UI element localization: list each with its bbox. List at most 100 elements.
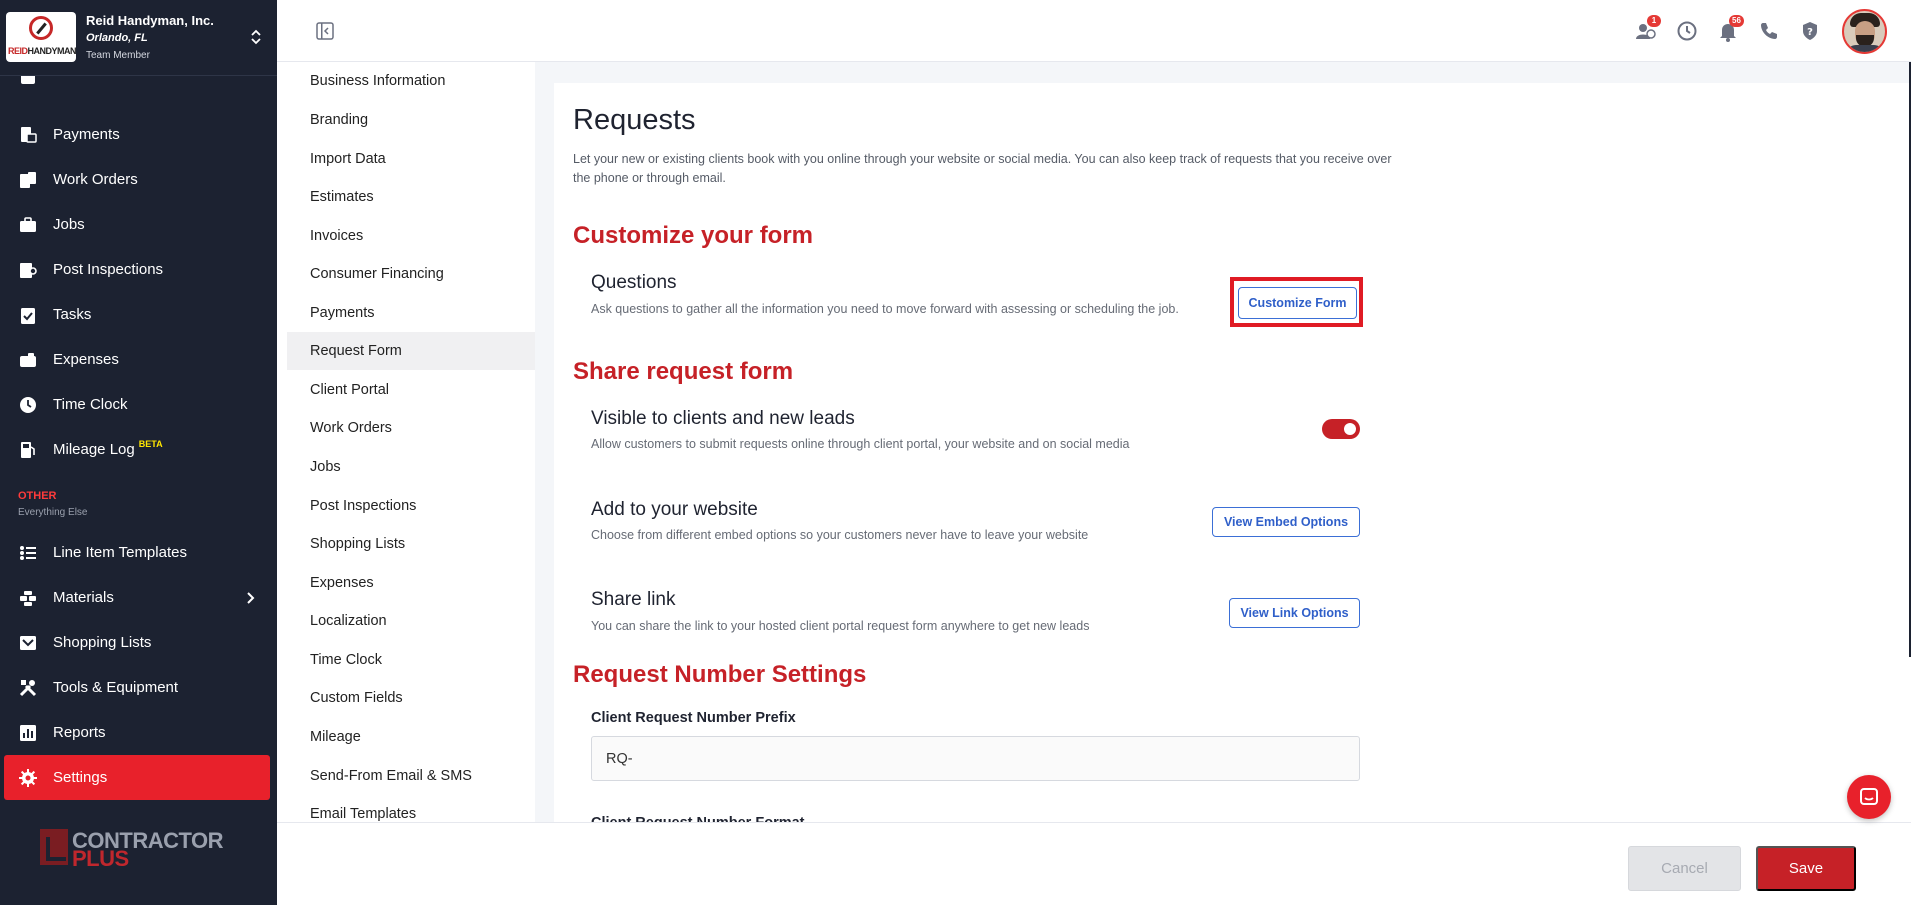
tools-icon [16,676,40,700]
fuel-icon [16,438,40,462]
submenu-label: Import Data [310,151,386,167]
submenu-item-consumer-financing[interactable]: Consumer Financing [287,255,535,293]
submenu-label: Invoices [310,228,364,244]
visible-description: Allow customers to submit requests onlin… [591,437,1130,451]
submenu-item-expenses[interactable]: Expenses [287,564,535,602]
submenu-item-mileage[interactable]: Mileage [287,718,535,756]
sidebar-item-label: Jobs [53,216,85,233]
sidebar-item-reports[interactable]: Reports [0,710,277,755]
sidebar-item-shopping-lists[interactable]: Shopping Lists [0,620,277,665]
sidebar-item-label: Materials [53,589,114,606]
customize-form-button[interactable]: Customize Form [1238,287,1357,319]
submenu-item-post-inspections[interactable]: Post Inspections [287,487,535,525]
visible-toggle[interactable] [1322,419,1360,439]
team-icon[interactable]: 1 [1635,15,1661,42]
phone-icon[interactable] [1758,20,1780,42]
submenu-item-estimates[interactable]: Estimates [287,178,535,216]
briefcase-icon [16,213,40,237]
sidebar-item-label: Settings [53,769,108,786]
company-name: Reid Handyman, Inc. [86,13,214,28]
submenu-item-custom-fields[interactable]: Custom Fields [287,679,535,717]
sidebar-item-label: Line Item Templates [53,544,187,561]
sidebar-item-materials[interactable]: Materials [0,575,277,620]
submenu-label: Work Orders [310,420,392,436]
submenu-item-payments[interactable]: Payments [287,294,535,332]
website-title: Add to your website [591,499,758,520]
sidebar-item-label: Reports [53,724,106,741]
sidebar-item-settings[interactable]: Settings [4,755,270,800]
save-button[interactable]: Save [1756,846,1856,891]
page-description: Let your new or existing clients book wi… [573,152,1392,185]
prefix-value: RQ- [606,750,633,767]
sidebar-item-line-item-templates[interactable]: Line Item Templates [0,530,277,575]
svg-text:?: ? [1807,27,1813,38]
submenu-item-time-clock[interactable]: Time Clock [287,641,535,679]
submenu-label: Localization [310,613,387,629]
sidebar-item-cutoff[interactable] [0,76,277,90]
share-link-title: Share link [591,589,676,610]
submenu-label: Request Form [310,343,402,359]
sidebar-item-mileage-log[interactable]: Mileage Log BETA [0,427,277,472]
sidebar-item-tools-equipment[interactable]: Tools & Equipment [0,665,277,710]
submenu-item-invoices[interactable]: Invoices [287,217,535,255]
submenu-item-branding[interactable]: Branding [287,101,535,139]
sidebar-item-time-clock[interactable]: Time Clock [0,382,277,427]
chat-button[interactable] [1847,775,1891,819]
sidebar-item-label: Tasks [53,306,92,323]
logo-text-dark: HANDYMAN [27,46,76,56]
no-pests-logo-mark-icon [29,16,53,40]
submenu-label: Branding [310,112,369,128]
share-link-description: You can share the link to your hosted cl… [591,619,1090,633]
format-label: Client Request Number Format [591,815,805,822]
chat-icon [1860,788,1878,805]
website-description: Choose from different embed options so y… [591,528,1089,542]
sidebar-item-label: Tools & Equipment [53,679,179,696]
submenu-label: Payments [310,305,375,321]
bell-icon[interactable]: 56 [1717,15,1744,42]
company-location: Orlando, FL [86,32,148,44]
history-clock-icon[interactable] [1676,20,1698,42]
submenu-item-work-orders[interactable]: Work Orders [287,409,535,447]
settings-submenu: Business Information Branding Import Dat… [287,62,535,822]
submenu-label: Estimates [310,189,374,205]
company-switcher[interactable]: REIDHANDYMAN Reid Handyman, Inc. Orlando… [0,0,277,76]
view-embed-options-button[interactable]: View Embed Options [1212,507,1360,537]
section-title-customize: Customize your form [573,222,814,249]
chevron-up-down-icon[interactable] [250,28,262,46]
submenu-item-shopping-lists[interactable]: Shopping Lists [287,525,535,563]
cart-icon [16,631,40,655]
view-link-options-button[interactable]: View Link Options [1229,598,1360,628]
chevron-right-icon[interactable] [241,588,261,608]
prefix-input[interactable]: RQ- [591,736,1360,781]
section-sub-other: Everything Else [18,507,88,518]
section-title-number-settings: Request Number Settings [573,661,867,688]
sidebar-item-post-inspections[interactable]: Post Inspections [0,247,277,292]
sidebar-toggle-icon[interactable] [315,21,335,41]
brand-text-bottom: PLUS [72,846,129,871]
wallet-icon [16,348,40,372]
submenu-item-send-from[interactable]: Send-From Email & SMS [287,757,535,795]
help-icon[interactable]: ? [1799,20,1821,42]
section-label-other: OTHER [18,490,57,502]
submenu-item-jobs[interactable]: Jobs [287,448,535,486]
submenu-label: Mileage [310,729,361,745]
sidebar-item-payments[interactable]: Payments [0,112,277,157]
sidebar-item-label: Expenses [53,351,119,368]
cancel-button[interactable]: Cancel [1628,846,1741,891]
avatar[interactable] [1842,9,1887,54]
calendar-icon [16,76,40,89]
user-role: Team Member [86,50,150,61]
visible-title: Visible to clients and new leads [591,408,855,429]
sidebar-item-label: Work Orders [53,171,138,188]
sidebar-item-expenses[interactable]: Expenses [0,337,277,382]
submenu-item-request-form[interactable]: Request Form [287,332,535,370]
submenu-item-localization[interactable]: Localization [287,602,535,640]
submenu-item-business-information[interactable]: Business Information [287,62,535,100]
sidebar-item-tasks[interactable]: Tasks [0,292,277,337]
submenu-label: Time Clock [310,652,382,668]
sidebar-item-jobs[interactable]: Jobs [0,202,277,247]
sidebar-item-label: Post Inspections [53,261,164,278]
submenu-item-import-data[interactable]: Import Data [287,140,535,178]
sidebar-item-work-orders[interactable]: Work Orders [0,157,277,202]
submenu-item-client-portal[interactable]: Client Portal [287,371,535,409]
